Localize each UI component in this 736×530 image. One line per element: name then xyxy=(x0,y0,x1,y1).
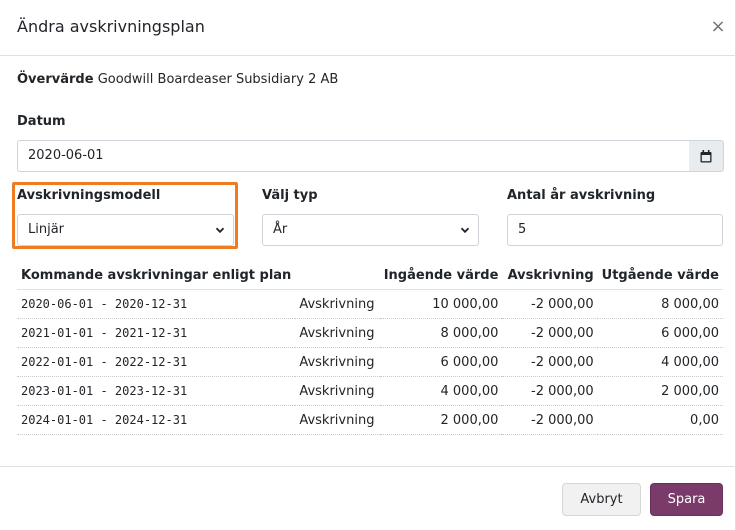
calendar-button[interactable] xyxy=(689,140,724,172)
row-opening: 6 000,00 xyxy=(379,347,503,377)
table-row: 2021-01-01 - 2021-12-31 Avskrivning 8 00… xyxy=(17,318,723,348)
row-type: Avskrivning xyxy=(295,347,380,377)
row-period: 2023-01-01 - 2023-12-31 xyxy=(17,376,296,406)
row-opening: 10 000,00 xyxy=(379,289,503,319)
row-depreciation: -2 000,00 xyxy=(502,318,598,348)
row-type: Avskrivning xyxy=(295,405,380,435)
row-period: 2022-01-01 - 2022-12-31 xyxy=(17,347,296,377)
chevron-down-icon xyxy=(215,227,225,234)
col-header-depreciation: Avskrivning xyxy=(502,261,598,290)
table-row: 2023-01-01 - 2023-12-31 Avskrivning 4 00… xyxy=(17,376,723,406)
row-type: Avskrivning xyxy=(295,318,380,348)
datum-input[interactable]: 2020-06-01 xyxy=(17,140,690,172)
datum-label: Datum xyxy=(17,114,66,129)
calendar-icon xyxy=(700,150,712,163)
col-header-opening: Ingående värde xyxy=(379,261,503,290)
row-depreciation: -2 000,00 xyxy=(502,289,598,319)
col-header-closing: Utgående värde xyxy=(597,261,723,290)
row-closing: 6 000,00 xyxy=(597,318,723,348)
row-depreciation: -2 000,00 xyxy=(502,376,598,406)
overvarde-label: Övervärde xyxy=(17,72,94,87)
years-label: Antal år avskrivning xyxy=(507,188,656,203)
row-opening: 2 000,00 xyxy=(379,405,503,435)
save-button[interactable]: Spara xyxy=(650,483,723,516)
row-type: Avskrivning xyxy=(295,289,380,319)
type-label: Välj typ xyxy=(262,188,318,203)
row-closing: 4 000,00 xyxy=(597,347,723,377)
type-selected-value: År xyxy=(273,222,288,237)
row-period: 2020-06-01 - 2020-12-31 xyxy=(17,289,296,319)
col-header-period: Kommande avskrivningar enligt plan xyxy=(17,261,296,290)
table-row: 2024-01-01 - 2024-12-31 Avskrivning 2 00… xyxy=(17,405,723,435)
type-select[interactable]: År xyxy=(262,214,479,246)
close-icon[interactable]: × xyxy=(706,16,730,40)
row-opening: 4 000,00 xyxy=(379,376,503,406)
row-depreciation: -2 000,00 xyxy=(502,405,598,435)
model-label: Avskrivningsmodell xyxy=(17,188,161,203)
edit-depreciation-dialog: Ändra avskrivningsplan × Övervärde Goodw… xyxy=(0,0,736,530)
dialog-footer: Avbryt Spara xyxy=(0,466,736,530)
row-opening: 8 000,00 xyxy=(379,318,503,348)
years-input[interactable]: 5 xyxy=(507,214,723,246)
dialog-header: Ändra avskrivningsplan × xyxy=(0,0,736,56)
chevron-down-icon xyxy=(460,227,470,234)
table-header-row: Kommande avskrivningar enligt plan Ingåe… xyxy=(17,261,723,290)
row-closing: 8 000,00 xyxy=(597,289,723,319)
row-period: 2024-01-01 - 2024-12-31 xyxy=(17,405,296,435)
row-type: Avskrivning xyxy=(295,376,380,406)
table-row: 2020-06-01 - 2020-12-31 Avskrivning 10 0… xyxy=(17,289,723,319)
model-select[interactable]: Linjär xyxy=(17,214,234,246)
model-selected-value: Linjär xyxy=(28,222,65,237)
cancel-button[interactable]: Avbryt xyxy=(562,483,641,516)
depreciation-plan-table: Kommande avskrivningar enligt plan Ingåe… xyxy=(17,261,723,435)
row-period: 2021-01-01 - 2021-12-31 xyxy=(17,318,296,348)
table-row: 2022-01-01 - 2022-12-31 Avskrivning 6 00… xyxy=(17,347,723,377)
overvarde-value: Goodwill Boardeaser Subsidiary 2 AB xyxy=(97,72,339,87)
row-depreciation: -2 000,00 xyxy=(502,347,598,377)
col-header-type xyxy=(295,261,380,290)
row-closing: 2 000,00 xyxy=(597,376,723,406)
dialog-title: Ändra avskrivningsplan xyxy=(17,17,205,36)
row-closing: 0,00 xyxy=(597,405,723,435)
overvarde-line: Övervärde Goodwill Boardeaser Subsidiary… xyxy=(17,72,338,87)
